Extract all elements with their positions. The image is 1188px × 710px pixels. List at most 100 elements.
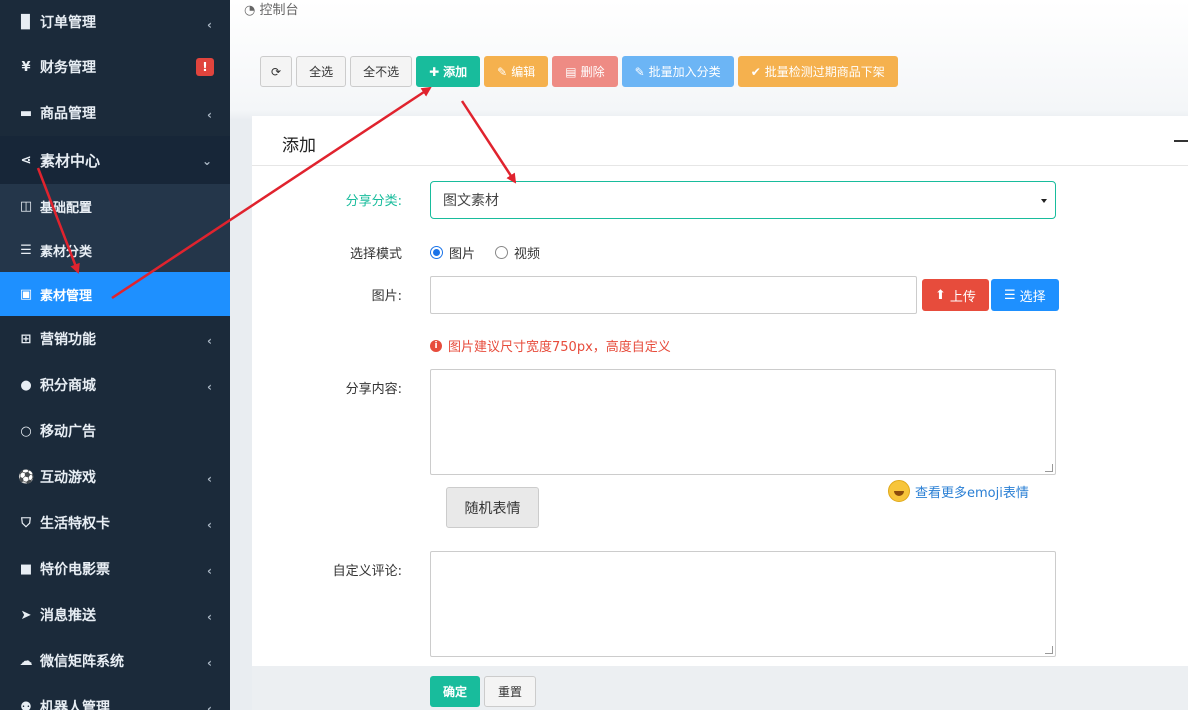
sidebar-item-label: 生活特权卡: [40, 516, 110, 532]
chevron-left-icon: ‹: [207, 518, 212, 532]
batch-category-label: 批量加入分类: [648, 65, 721, 79]
upload-icon: ⬆: [935, 287, 946, 303]
emoji-link-label: 查看更多emoji表情: [915, 485, 1029, 501]
delete-button[interactable]: ▤ 删除: [552, 56, 618, 87]
choose-label: 选择: [1019, 289, 1046, 305]
circle-plus-icon: ●: [20, 377, 32, 393]
batch-check-button[interactable]: ✔ 批量检测过期商品下架: [737, 56, 898, 87]
info-icon: i: [430, 339, 442, 352]
comment-label: 自定义评论:: [332, 564, 402, 579]
sidebar-item-material-center[interactable]: ⋖ 素材中心 ⌄: [0, 136, 230, 184]
sidebar-item-label: 基础配置: [40, 200, 93, 216]
share-category-value: 图文素材: [443, 193, 499, 209]
sidebar-subnav: ◫ 基础配置 ☰ 素材分类 ▣ 素材管理: [0, 184, 230, 316]
sidebar-item-points-mall[interactable]: ● 积分商城 ‹: [0, 362, 230, 408]
sidebar-item-label: 财务管理: [40, 60, 96, 76]
add-dialog: 添加 分享分类: 图文素材 选择模式 图片 视频 图片: ⬆ 上传 ☰ 选择 i: [252, 116, 1188, 710]
yen-icon: ¥: [21, 59, 31, 75]
batch-category-button[interactable]: ✎ 批量加入分类: [621, 56, 734, 87]
sidebar-item-label: 积分商城: [40, 378, 96, 394]
choose-button[interactable]: ☰ 选择: [991, 279, 1059, 311]
edit-button-label: 编辑: [511, 65, 536, 79]
trash-icon: ▤: [565, 64, 577, 79]
ring-icon: ○: [20, 423, 32, 439]
robot-icon: ⚉: [20, 699, 32, 710]
random-emoji-button[interactable]: 随机表情: [446, 487, 539, 528]
pencil-icon: ✎: [634, 64, 645, 79]
sidebar-item-robot[interactable]: ⚉ 机器人管理 ‹: [0, 684, 230, 710]
radio-image[interactable]: [430, 246, 443, 259]
sidebar-item-marketing[interactable]: ⊞ 营销功能 ‹: [0, 316, 230, 362]
chevron-left-icon: ‹: [207, 702, 212, 710]
share-category-label: 分享分类:: [345, 194, 402, 209]
sidebar-item-label: 商品管理: [40, 106, 96, 122]
columns-icon: ◫: [19, 198, 33, 214]
briefcase-icon: ▬: [19, 105, 33, 121]
upload-button[interactable]: ⬆ 上传: [922, 279, 989, 311]
pencil-icon: ✎: [497, 64, 508, 79]
sidebar-item-privilege-card[interactable]: ⛉ 生活特权卡 ‹: [0, 500, 230, 546]
share-content-textarea[interactable]: [430, 369, 1056, 475]
chevron-left-icon: ‹: [207, 380, 212, 394]
dialog-footer: 确定 重置: [252, 666, 1188, 710]
sidebar-item-products[interactable]: ▬ 商品管理 ‹: [0, 90, 230, 136]
sidebar-item-label: 素材管理: [40, 288, 93, 304]
image-icon: ▣: [19, 286, 33, 302]
sidebar-item-label: 素材分类: [40, 244, 93, 260]
deselect-all-button[interactable]: 全不选: [350, 56, 413, 87]
add-button[interactable]: ✚ 添加: [416, 56, 481, 87]
sidebar-item-movie-tickets[interactable]: ■ 特价电影票 ‹: [0, 546, 230, 592]
list-icon: ☰: [1004, 287, 1016, 303]
share-category-select[interactable]: 图文素材: [430, 181, 1056, 219]
hint-text: 图片建议尺寸宽度750px，高度自定义: [448, 340, 671, 355]
dashboard-icon: ◔: [244, 3, 256, 18]
sidebar-item-label: 营销功能: [40, 332, 96, 348]
sidebar-item-orders[interactable]: ▉ 订单管理 ‹: [0, 0, 230, 44]
chevron-left-icon: ‹: [207, 334, 212, 348]
sidebar: ▉ 订单管理 ‹ ¥ 财务管理 ! ▬ 商品管理 ‹ ⋖ 素材中心 ⌄ ◫ 基础…: [0, 0, 230, 710]
sidebar-item-material-category[interactable]: ☰ 素材分类: [0, 228, 230, 272]
image-input[interactable]: [430, 276, 917, 314]
refresh-icon: ⟳: [271, 64, 282, 79]
upload-label: 上传: [949, 289, 976, 305]
chevron-left-icon: ‹: [207, 108, 212, 122]
breadcrumb[interactable]: ◔ 控制台: [244, 0, 299, 18]
minimize-icon[interactable]: [1174, 140, 1188, 142]
resize-grip-icon[interactable]: [1045, 646, 1053, 654]
file-icon: ▉: [21, 14, 31, 30]
sidebar-item-label: 素材中心: [40, 151, 101, 170]
resize-grip-icon[interactable]: [1045, 464, 1053, 472]
mode-label: 选择模式: [349, 247, 402, 262]
image-size-hint: i 图片建议尺寸宽度750px，高度自定义: [430, 336, 671, 355]
main-content: ◔ 控制台 ⟳ 全选 全不选 ✚ 添加 ✎ 编辑 ▤ 删除 ✎ 批量加入分类 ✔…: [230, 0, 1188, 710]
mode-radio-group: 图片 视频: [430, 243, 540, 262]
soccer-icon: ⚽: [18, 469, 35, 485]
video-icon: ■: [19, 561, 33, 577]
sidebar-item-label: 互动游戏: [40, 470, 96, 486]
sidebar-item-finance[interactable]: ¥ 财务管理 !: [0, 44, 230, 90]
badge-icon: ⛉: [21, 515, 31, 531]
sidebar-item-wechat-matrix[interactable]: ☁ 微信矩阵系统 ‹: [0, 638, 230, 684]
share-icon: ⋖: [20, 152, 32, 168]
sidebar-item-games[interactable]: ⚽ 互动游戏 ‹: [0, 454, 230, 500]
smile-emoji-icon: [888, 480, 910, 502]
comment-textarea[interactable]: [430, 551, 1056, 657]
sidebar-item-mobile-ads[interactable]: ○ 移动广告: [0, 408, 230, 454]
reset-button[interactable]: 重置: [484, 676, 537, 707]
sidebar-item-push[interactable]: ➤ 消息推送 ‹: [0, 592, 230, 638]
breadcrumb-label: 控制台: [259, 3, 299, 18]
content-label: 分享内容:: [345, 382, 402, 397]
check-icon: ✔: [750, 64, 761, 79]
dialog-header: 添加: [252, 116, 1188, 166]
sidebar-item-material-management[interactable]: ▣ 素材管理: [0, 272, 230, 316]
edit-button[interactable]: ✎ 编辑: [484, 56, 549, 87]
alert-badge: !: [196, 58, 214, 76]
radio-video[interactable]: [495, 246, 509, 259]
refresh-button[interactable]: ⟳: [260, 56, 293, 87]
sidebar-item-label: 微信矩阵系统: [40, 654, 124, 670]
confirm-button[interactable]: 确定: [430, 676, 481, 707]
emoji-link[interactable]: 查看更多emoji表情: [888, 480, 1029, 502]
plus-icon: ✚: [429, 64, 440, 79]
sidebar-item-basic-config[interactable]: ◫ 基础配置: [0, 184, 230, 228]
select-all-button[interactable]: 全选: [296, 56, 347, 87]
